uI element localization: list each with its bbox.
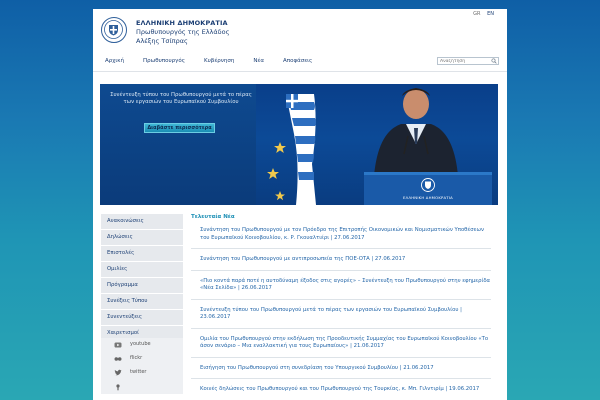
news-item[interactable]: Συνάντηση του Πρωθυπουργού με αντιπροσωπ…	[191, 256, 491, 271]
lang-en-link[interactable]: EN	[487, 11, 494, 17]
site-header: ΕΛΛΗΝΙΚΗ ΔΗΜΟΚΡΑΤΙΑ Πρωθυπουργός της Ελλ…	[93, 9, 507, 53]
search-box	[437, 57, 499, 65]
latest-news-title: Τελευταία Νέα	[191, 214, 235, 220]
hero-photo[interactable]: ΕΛΛΗΝΙΚΗ ΔΗΜΟΚΡΑΤΙΑ	[256, 84, 498, 205]
sidebar-item-interviews[interactable]: Συνεντεύξεις	[101, 310, 183, 326]
sidebar-item-schedule[interactable]: Πρόγραμμα	[101, 278, 183, 294]
nav-item-home[interactable]: Αρχική	[105, 53, 124, 69]
news-item[interactable]: Συνάντηση του Πρωθυπουργού με τον Πρόεδρ…	[191, 227, 491, 249]
social-label: youtube	[130, 341, 151, 347]
youtube-icon	[114, 342, 122, 348]
nav-divider	[93, 71, 507, 72]
site-brand[interactable]: ΕΛΛΗΝΙΚΗ ΔΗΜΟΚΡΑΤΙΑ Πρωθυπουργός της Ελλ…	[136, 19, 229, 46]
brand-line-name: Αλέξης Τσίπρας	[136, 37, 188, 45]
language-switcher: GR EN	[468, 11, 494, 17]
sidebar-item-press-conferences[interactable]: Συνέξεις Τύπου	[101, 294, 183, 310]
brand-line-office: Πρωθυπουργός της Ελλάδος	[136, 28, 230, 36]
latest-news: Τελευταία Νέα Συνάντηση του Πρωθυπουργού…	[191, 214, 491, 400]
sidebar-item-speeches[interactable]: Ομιλίες	[101, 262, 183, 278]
lang-gr-link[interactable]: GR	[473, 11, 480, 17]
news-item[interactable]: Ομιλία του Πρωθυπουργού στην εκδήλωση τη…	[191, 336, 491, 358]
sidebar-item-letters[interactable]: Επιστολές	[101, 246, 183, 262]
brand-line-republic: ΕΛΛΗΝΙΚΗ ΔΗΜΟΚΡΑΤΙΑ	[136, 19, 228, 27]
news-item[interactable]: Κοινές δηλώσεις του Πρωθυπουργού και του…	[191, 386, 491, 400]
page-container: ΕΛΛΗΝΙΚΗ ΔΗΜΟΚΡΑΤΙΑ Πρωθυπουργός της Ελλ…	[93, 9, 507, 400]
hero-banner: Συνέντευξη τύπου του Πρωθυπουργού μετά τ…	[100, 84, 498, 205]
nav-item-decisions[interactable]: Αποφάσεις	[283, 53, 312, 69]
social-podcast-link[interactable]	[101, 380, 183, 394]
sidebar-menu: Ανακοινώσεις Δηλώσεις Επιστολές Ομιλίες …	[101, 214, 183, 342]
press-conference-image	[267, 88, 492, 205]
social-flickr-link[interactable]: flickr	[101, 352, 183, 366]
eu-stars-icon	[267, 142, 286, 201]
hero-caption: Συνέντευξη τύπου του Πρωθυπουργού μετά τ…	[110, 92, 252, 105]
read-more-button[interactable]: Διαβάστε περισσότερα	[144, 123, 215, 133]
search-input[interactable]	[438, 58, 490, 64]
flickr-icon	[114, 357, 122, 361]
emblem-icon	[104, 20, 123, 39]
social-twitter-link[interactable]: twitter	[101, 366, 183, 380]
twitter-icon	[114, 369, 122, 376]
news-item[interactable]: Εισήγηση του Πρωθυπουργού στη συνεδρίαση…	[191, 365, 491, 379]
social-youtube-link[interactable]: youtube	[101, 338, 183, 352]
news-item[interactable]: Συνέντευξη τύπου του Πρωθυπουργού μετά τ…	[191, 307, 491, 329]
main-nav: Αρχική Πρωθυπουργός Κυβέρνηση Νέα Αποφάσ…	[93, 53, 507, 69]
social-label: twitter	[130, 369, 147, 375]
greek-emblem-logo[interactable]	[101, 17, 127, 43]
sidebar-item-statements[interactable]: Δηλώσεις	[101, 230, 183, 246]
social-links: youtube flickr twitter	[101, 338, 183, 394]
social-label: flickr	[130, 355, 143, 361]
nav-item-news[interactable]: Νέα	[253, 53, 264, 69]
search-icon[interactable]	[491, 58, 497, 64]
nav-item-prime-minister[interactable]: Πρωθυπουργός	[143, 53, 185, 69]
hero-text-panel: Συνέντευξη τύπου του Πρωθυπουργού μετά τ…	[100, 84, 256, 205]
podium-label: ΕΛΛΗΝΙΚΗ ΔΗΜΟΚΡΑΤΙΑ	[403, 195, 453, 200]
news-item[interactable]: «Πιο κοντά παρά ποτέ η αυτοδύναμη έξοδος…	[191, 278, 491, 300]
podcast-icon	[116, 384, 120, 391]
nav-item-government[interactable]: Κυβέρνηση	[204, 53, 234, 69]
sidebar-item-announcements[interactable]: Ανακοινώσεις	[101, 214, 183, 230]
